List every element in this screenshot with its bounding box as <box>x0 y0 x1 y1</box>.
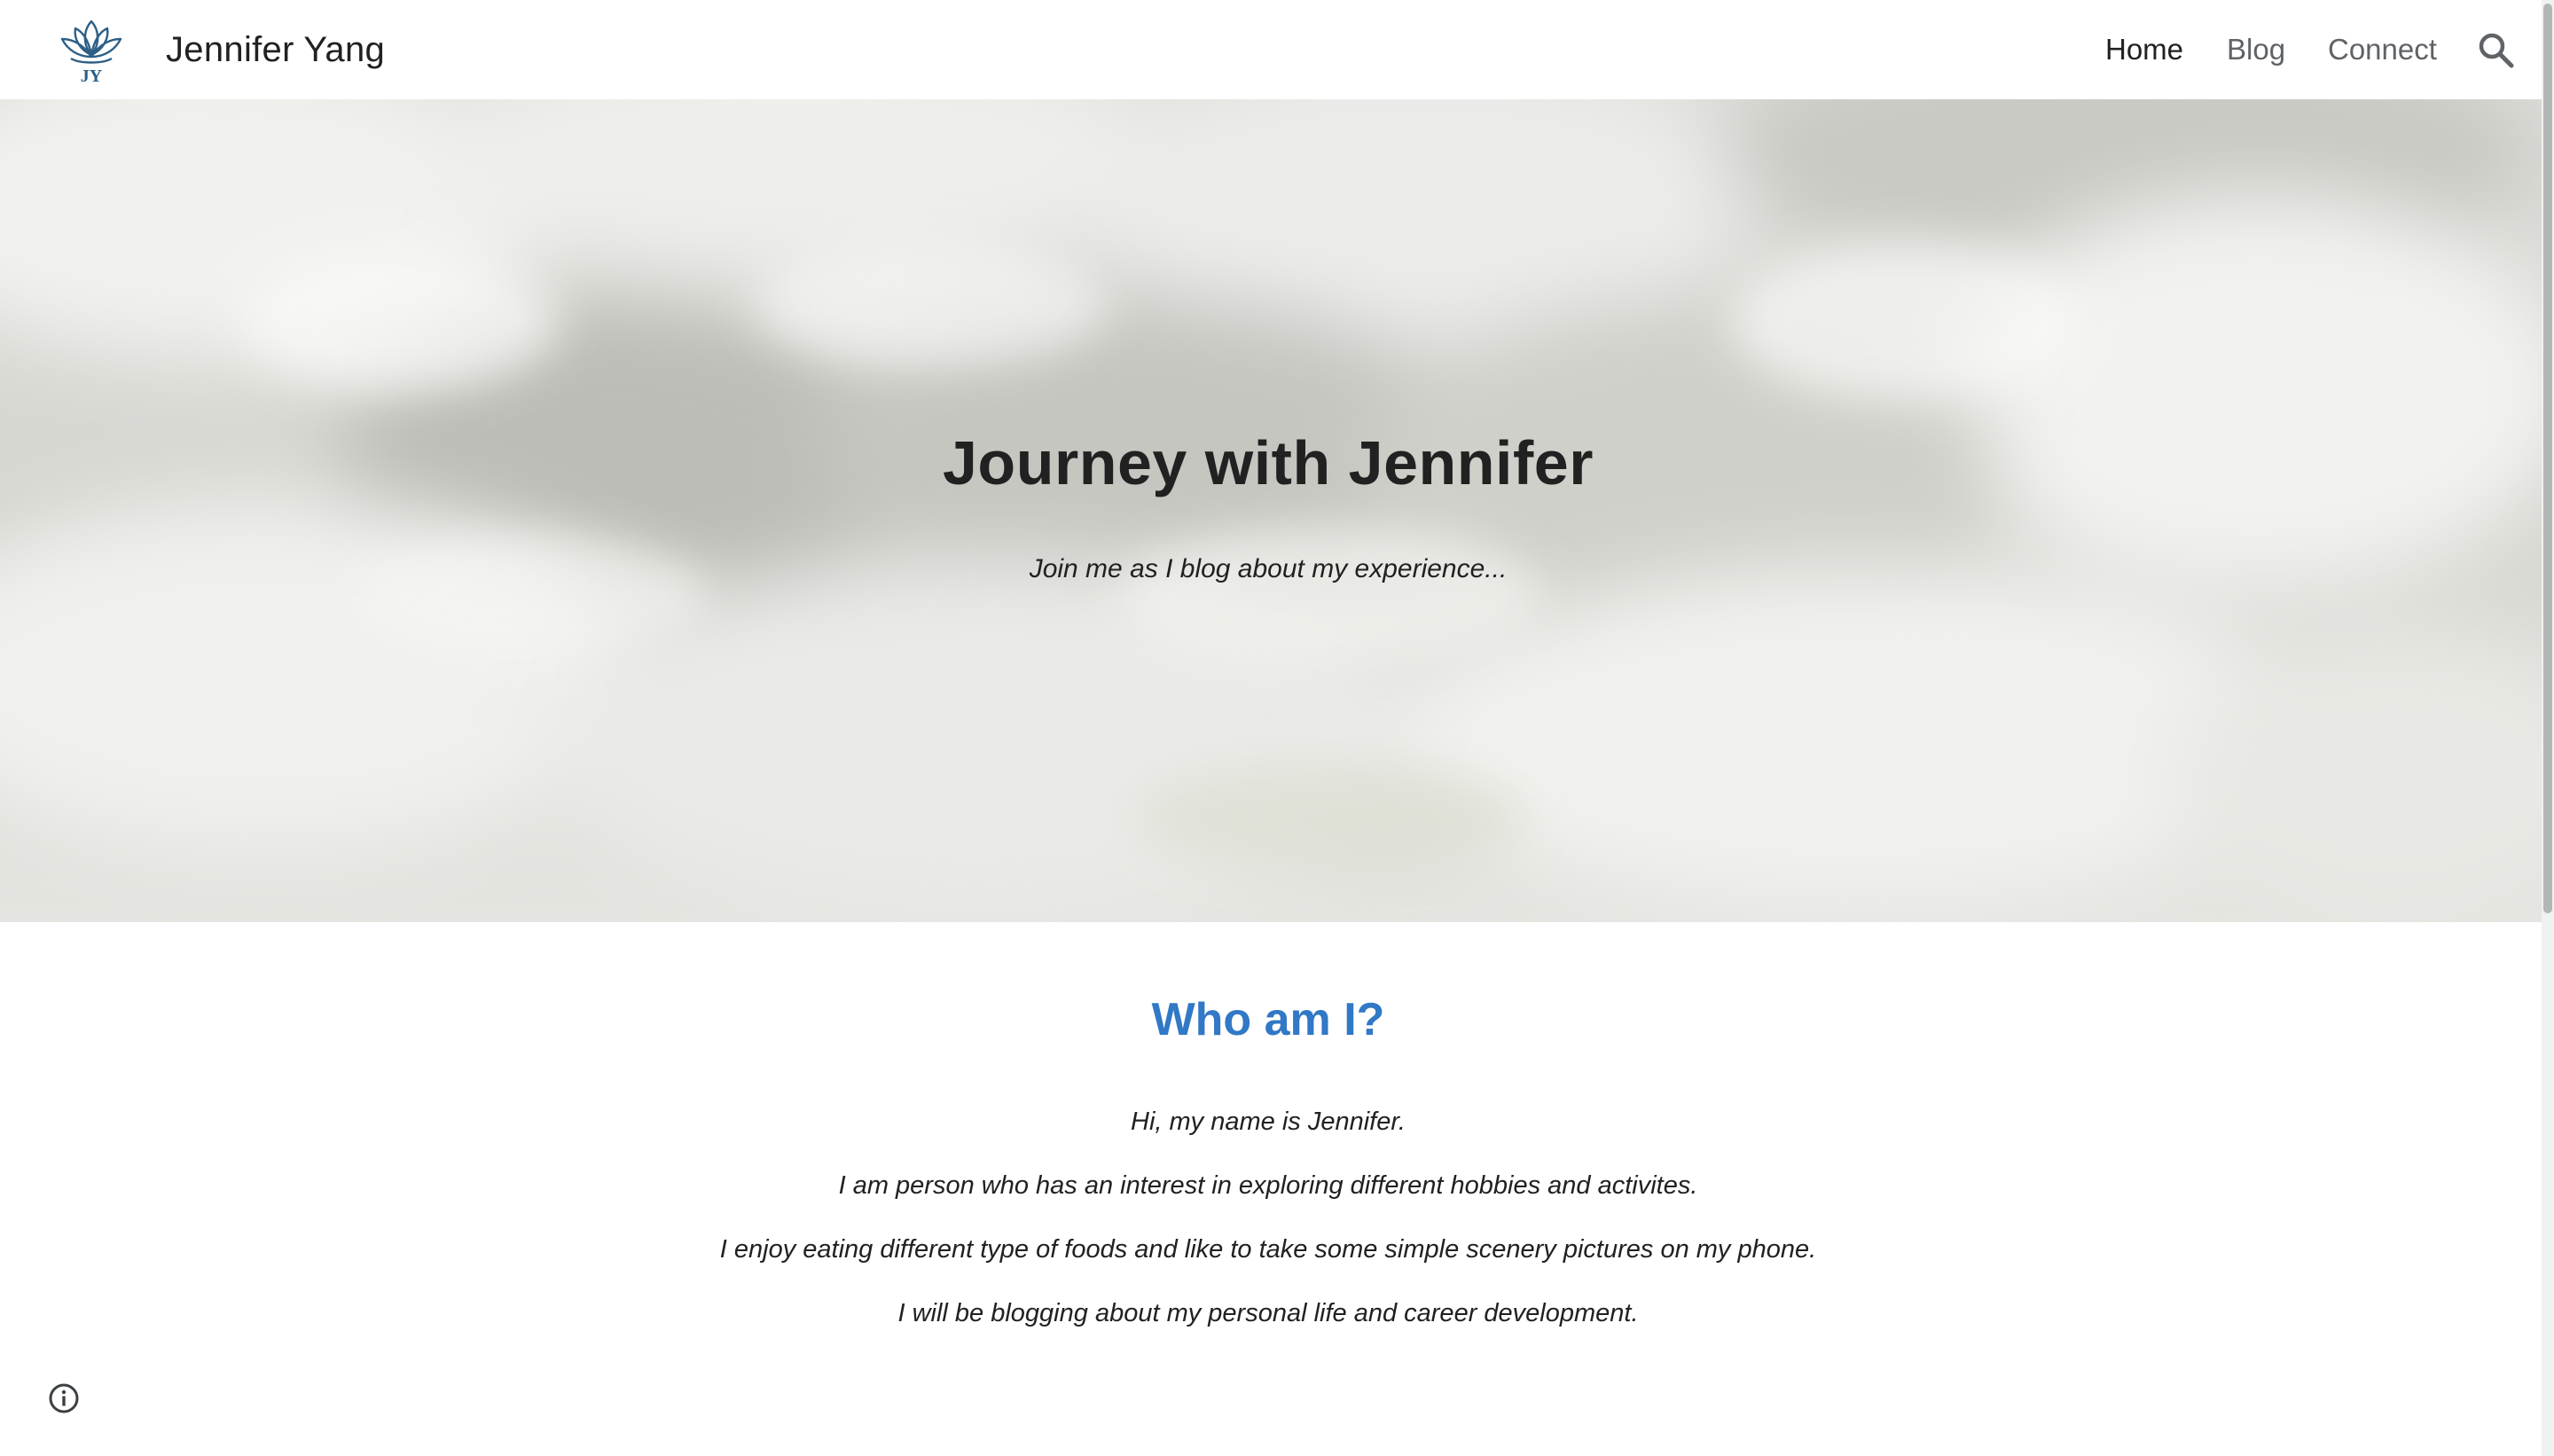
hero-subtitle: Join me as I blog about my experience... <box>1029 554 1508 583</box>
hero-title: Journey with Jennifer <box>943 428 1594 497</box>
about-paragraph: I enjoy eating different type of foods a… <box>719 1235 1817 1264</box>
nav-connect[interactable]: Connect <box>2328 25 2437 74</box>
scrollbar-thumb[interactable] <box>2543 4 2552 913</box>
cloud-background-image <box>0 99 2542 922</box>
about-paragraph: Hi, my name is Jennifer. <box>1131 1108 1406 1136</box>
search-icon[interactable] <box>2474 25 2519 74</box>
hero-banner: Journey with Jennifer Join me as I blog … <box>0 99 2542 922</box>
about-paragraph: I am person who has an interest in explo… <box>838 1171 1698 1200</box>
info-icon[interactable] <box>44 1379 83 1418</box>
nav-blog[interactable]: Blog <box>2227 25 2285 74</box>
site-header: JY Jennifer Yang Home Blog Connect <box>0 0 2542 99</box>
about-paragraph: I will be blogging about my personal lif… <box>897 1299 1639 1327</box>
page: JY Jennifer Yang Home Blog Connect Journ… <box>0 0 2554 1456</box>
nav-home[interactable]: Home <box>2105 25 2183 74</box>
svg-text:JY: JY <box>81 67 103 86</box>
lotus-logo-icon[interactable]: JY <box>51 14 131 89</box>
site-title[interactable]: Jennifer Yang <box>166 25 385 74</box>
section-heading-who-am-i: Who am I? <box>1151 994 1385 1045</box>
